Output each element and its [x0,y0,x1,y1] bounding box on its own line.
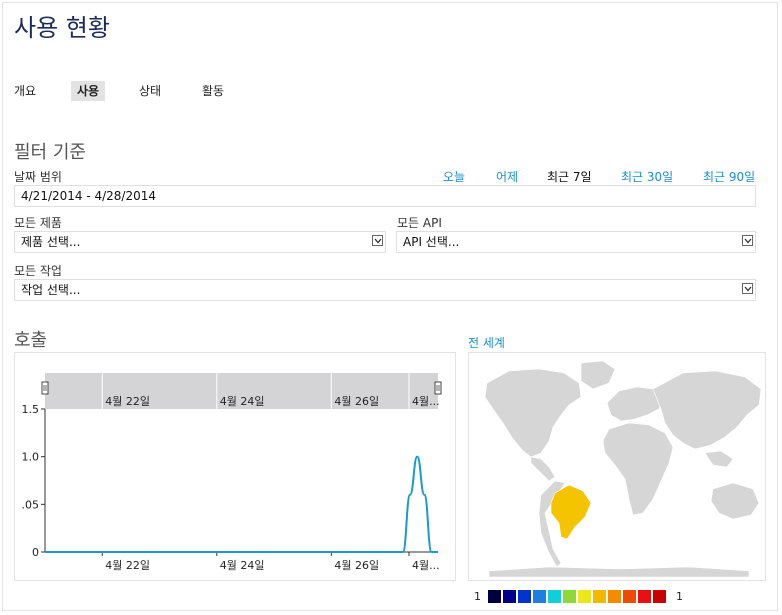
operation-select[interactable]: 작업 선택... [14,279,756,301]
legend-swatch [563,590,576,603]
legend-swatch [653,590,666,603]
map-region-antarctica [488,566,750,578]
y-tick-label: 1.5 [22,403,40,416]
calls-chart: 4월 22일 4월 24일 4월 26일 4월... 0 .05 1.0 1.5 4월 22… [22,373,442,572]
tab-overview[interactable]: 개요 [8,81,42,101]
series-line [45,455,438,553]
y-tick-label: 0 [32,546,39,559]
navigator-left-handle[interactable] [41,381,49,395]
y-tick-label: .05 [22,498,40,511]
api-select[interactable]: API 선택... [396,231,756,253]
chart-navigator[interactable]: 4월 22일 4월 24일 4월 26일 4월... [41,373,442,409]
navigator-tick-label: 4월 22일 [105,394,150,408]
map-region-north-america [484,368,582,458]
range-last7-link[interactable]: 최근 7일 [547,168,592,185]
product-select-value: 제품 선택... [21,235,81,249]
api-label: 모든 API [397,216,442,230]
range-yesterday-link[interactable]: 어제 [496,168,518,185]
map-region-asia [652,370,762,450]
range-last30-link[interactable]: 최근 30일 [621,168,673,185]
map-region-brazil [550,484,592,540]
tab-status[interactable]: 상태 [133,81,167,101]
api-select-value: API 선택... [403,235,460,249]
legend-swatch [518,590,531,603]
chevron-down-icon[interactable] [742,283,753,294]
navigator-tick-label: 4월 26일 [334,394,379,408]
legend-swatch [503,590,516,603]
map-region-africa [602,422,674,516]
legend-swatch [548,590,561,603]
map-region-australia [710,482,760,520]
legend-swatch [638,590,651,603]
legend-swatch [533,590,546,603]
worldwide-link[interactable]: 전 세계 [468,334,505,351]
world-map [484,360,762,578]
navigator-tick-label: 4월 24일 [220,394,265,408]
calls-title: 호출 [14,330,48,351]
legend-swatch [608,590,621,603]
x-tick-label: 4월... [412,559,440,572]
date-range-input[interactable]: 4/21/2014 - 4/28/2014 [14,185,756,207]
x-tick-label: 4월 26일 [334,558,379,572]
tab-usage[interactable]: 사용 [71,81,106,101]
tab-activity[interactable]: 활동 [196,81,230,101]
world-map-panel [468,352,766,581]
navigator-tick-label: 4월... [412,395,440,408]
chevron-down-icon[interactable] [372,235,383,246]
legend-swatch [578,590,591,603]
product-select[interactable]: 제품 선택... [14,231,386,253]
legend-min-label: 1 [474,590,481,603]
map-region-central-america [530,456,556,482]
page-title: 사용 현황 [14,14,110,42]
navigator-right-handle[interactable] [434,381,442,395]
range-last90-link[interactable]: 최근 90일 [703,168,755,185]
products-label: 모든 제품 [14,216,62,230]
legend-max-label: 1 [676,590,683,603]
operations-label: 모든 작업 [14,264,62,278]
chevron-down-icon[interactable] [742,235,753,246]
legend-swatch [593,590,606,603]
filter-title: 필터 기준 [14,142,86,163]
date-range-label: 날짜 범위 [14,170,62,184]
calls-chart-panel: 4월 22일 4월 24일 4월 26일 4월... 0 .05 1.0 1.5 4월 22… [14,352,456,581]
x-tick-label: 4월 22일 [105,558,150,572]
range-today-link[interactable]: 오늘 [443,168,465,185]
y-tick-label: 1.0 [22,451,40,464]
map-region-greenland [580,360,616,390]
operation-select-value: 작업 선택... [21,283,81,297]
x-tick-label: 4월 24일 [220,558,265,572]
legend-swatch [488,590,501,603]
legend-swatch [623,590,636,603]
map-region-southeast-asia [704,450,734,468]
